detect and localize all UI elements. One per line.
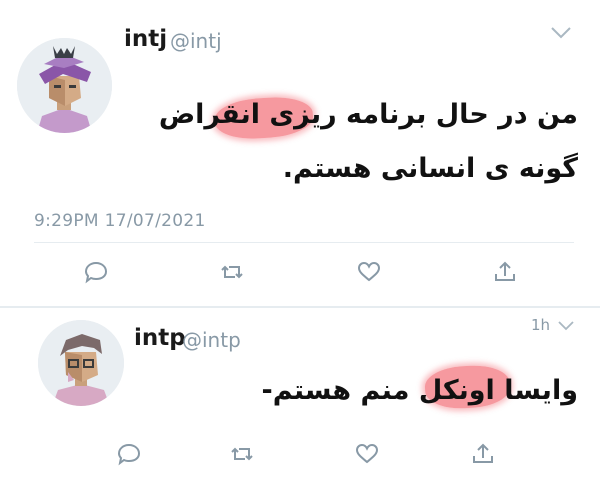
heart-icon xyxy=(355,443,379,464)
reply-icon xyxy=(84,261,108,284)
share-button[interactable] xyxy=(470,441,496,467)
reply-icon xyxy=(117,443,141,466)
avatar[interactable] xyxy=(17,38,112,133)
action-bar xyxy=(0,259,600,289)
retweet-button[interactable] xyxy=(229,441,255,467)
tweet-intp: intp @intp 1h وایسا اونکل منم هستم- xyxy=(0,308,600,480)
tweet-text: من در حال برنامه ریزی انقراض گونه ی انسا… xyxy=(158,99,578,184)
tweet-text: وایسا اونکل منم هستم- xyxy=(261,375,578,406)
reply-button[interactable] xyxy=(116,441,142,467)
chevron-down-icon[interactable] xyxy=(550,26,572,40)
share-icon xyxy=(495,261,515,281)
display-name[interactable]: intp xyxy=(134,325,186,351)
action-bar xyxy=(0,441,600,471)
share-button[interactable] xyxy=(492,259,518,285)
user-handle[interactable]: @intj xyxy=(170,29,222,53)
tweet-timestamp[interactable]: 9:29PM 17/07/2021 xyxy=(34,211,206,231)
retweet-button[interactable] xyxy=(219,259,245,285)
share-icon xyxy=(473,443,493,463)
retweet-icon xyxy=(231,447,253,461)
tweet-time-ago[interactable]: 1h xyxy=(531,316,550,334)
retweet-icon xyxy=(221,265,243,279)
avatar[interactable] xyxy=(38,320,124,406)
user-handle[interactable]: @intp xyxy=(182,328,241,352)
display-name[interactable]: intj xyxy=(124,26,167,52)
like-button[interactable] xyxy=(354,441,380,467)
heart-icon xyxy=(357,261,381,282)
separator xyxy=(34,242,574,243)
reply-button[interactable] xyxy=(83,259,109,285)
chevron-down-icon[interactable] xyxy=(558,321,574,331)
like-button[interactable] xyxy=(356,259,382,285)
tweet-intj: intj @intj من در حال برنامه ریزی انقراض … xyxy=(0,0,600,308)
